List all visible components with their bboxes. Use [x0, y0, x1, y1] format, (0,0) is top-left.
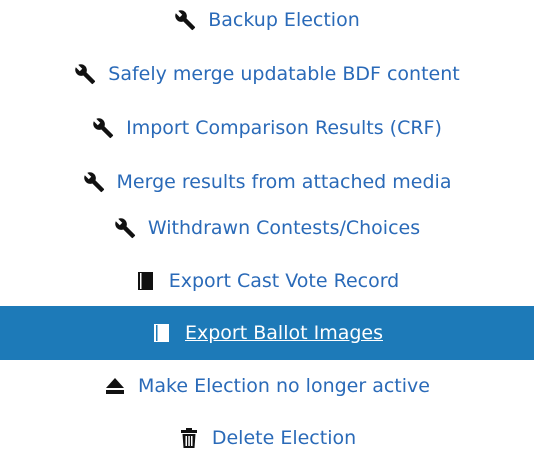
- menu-item-label: Import Comparison Results (CRF): [126, 117, 442, 139]
- menu-item-export-ballot-images[interactable]: Export Ballot Images: [0, 306, 534, 360]
- menu-item-label: Backup Election: [208, 9, 360, 31]
- menu-item-import-crf[interactable]: Import Comparison Results (CRF): [0, 101, 534, 155]
- menu-item-label: Make Election no longer active: [138, 375, 430, 397]
- election-actions-menu: Backup Election Safely merge updatable B…: [0, 0, 534, 449]
- menu-item-label: Withdrawn Contests/Choices: [147, 217, 421, 239]
- wrench-icon: [114, 217, 136, 239]
- menu-item-label: Delete Election: [211, 427, 357, 449]
- menu-item-merge-bdf[interactable]: Safely merge updatable BDF content: [0, 47, 534, 101]
- trash-icon: [178, 427, 200, 449]
- book-icon: [151, 322, 173, 344]
- menu-item-label: Export Ballot Images: [185, 322, 383, 344]
- book-icon: [135, 270, 157, 292]
- menu-item-backup-election[interactable]: Backup Election: [0, 0, 534, 47]
- wrench-icon: [74, 63, 96, 85]
- menu-item-make-inactive[interactable]: Make Election no longer active: [0, 359, 534, 413]
- menu-item-export-cvr[interactable]: Export Cast Vote Record: [0, 254, 534, 308]
- wrench-icon: [174, 9, 196, 31]
- wrench-icon: [83, 171, 105, 193]
- menu-item-label: Export Cast Vote Record: [168, 270, 400, 292]
- menu-item-label: Merge results from attached media: [116, 171, 452, 193]
- menu-item-label: Safely merge updatable BDF content: [108, 63, 460, 85]
- eject-icon: [104, 375, 126, 397]
- wrench-icon: [92, 117, 114, 139]
- menu-item-withdrawn-contests[interactable]: Withdrawn Contests/Choices: [0, 201, 534, 255]
- menu-item-delete-election[interactable]: Delete Election: [0, 411, 534, 465]
